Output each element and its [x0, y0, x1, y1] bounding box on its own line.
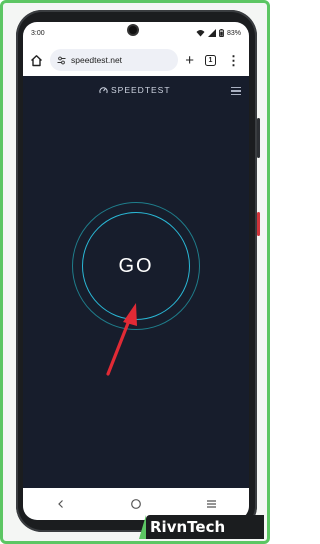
home-button-icon[interactable]	[126, 494, 146, 514]
power-button	[257, 118, 260, 158]
watermark-part1: Rivn	[150, 518, 188, 536]
watermark-part2: Tech	[187, 518, 226, 536]
red-arrow-annotation	[106, 303, 137, 376]
volume-button	[257, 212, 260, 236]
phone-screen: 3:00 83% speedtest.net + 1 ⋮ SPEEDTEST G…	[23, 22, 249, 520]
watermark-corner	[139, 515, 146, 539]
watermark: Rivn Tech	[146, 515, 264, 539]
recents-icon[interactable]	[201, 494, 221, 514]
back-icon[interactable]	[51, 494, 71, 514]
